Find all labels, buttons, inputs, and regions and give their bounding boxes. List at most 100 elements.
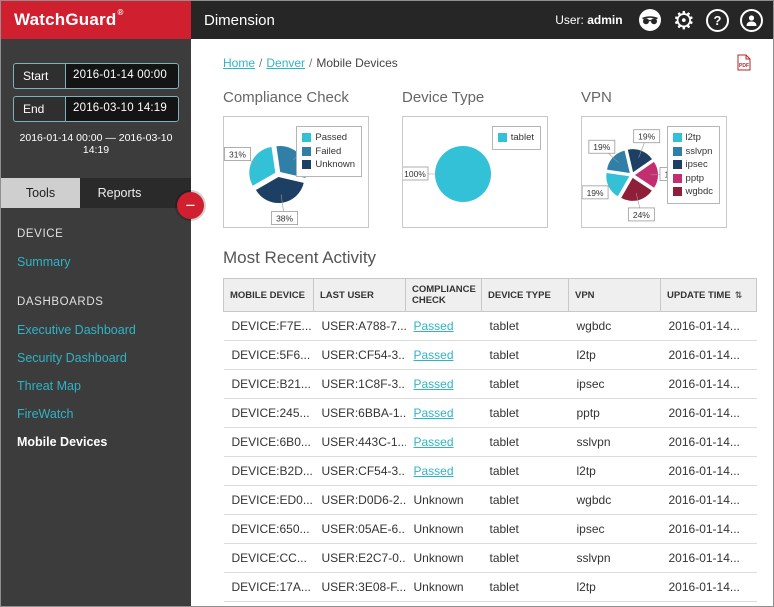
svg-text:PDF: PDF xyxy=(739,63,749,69)
cell-vpn: l2tp xyxy=(569,341,661,370)
compliance-check-chart: Compliance Check 31%31%38%PassedFailedUn… xyxy=(223,83,369,228)
legend-label: pptp xyxy=(686,172,705,186)
cell-device_type: tablet xyxy=(482,515,569,544)
legend-item-Passed: Passed xyxy=(302,131,355,145)
svg-text:24%: 24% xyxy=(633,210,650,220)
pie-slice-tablet xyxy=(435,146,491,202)
legend-item-wgbdc: wgbdc xyxy=(673,185,713,199)
cell-compliance_check: Unknown xyxy=(406,515,482,544)
tab-tools[interactable]: Tools xyxy=(1,178,80,208)
end-date-row: End 2016-03-10 14:19 xyxy=(13,96,179,122)
cell-vpn: ipsec xyxy=(569,515,661,544)
watchguard-logo: WatchGuard ® xyxy=(1,1,191,39)
compliance-passed-link[interactable]: Passed xyxy=(414,406,454,420)
cell-last_user: USER:E2C7-0... xyxy=(314,544,406,573)
sort-icon[interactable]: ⇅ xyxy=(735,291,743,301)
tab-reports[interactable]: Reports xyxy=(80,178,159,208)
user-account-icon[interactable] xyxy=(740,9,763,32)
cell-vpn: wgbdc xyxy=(569,312,661,341)
compliance-passed-link[interactable]: Passed xyxy=(414,435,454,449)
sidebar: Start 2016-01-14 00:00 End 2016-03-10 14… xyxy=(1,39,191,606)
sidebar-item-summary[interactable]: Summary xyxy=(1,248,191,276)
vpn-chart: VPN 19%19%19%19%24%l2tpsslvpnipsecpptpwg… xyxy=(581,83,727,228)
column-header-device_type[interactable]: DEVICE TYPE xyxy=(482,279,569,312)
breadcrumb-row: Home/Denver/Mobile Devices PDF xyxy=(191,39,773,71)
brand-text: WatchGuard xyxy=(14,10,116,30)
cell-vpn: sslvpn xyxy=(569,428,661,457)
cell-mobile_device: DEVICE:B21... xyxy=(224,370,314,399)
column-header-update_time[interactable]: UPDATE TIME⇅ xyxy=(661,279,757,312)
svg-text:19%: 19% xyxy=(593,142,610,152)
pie-label: 31% xyxy=(224,147,250,160)
cell-compliance_check: Unknown xyxy=(406,486,482,515)
cell-vpn: ipsec xyxy=(569,370,661,399)
legend-label: Unknown xyxy=(315,158,355,172)
legend-swatch xyxy=(302,133,311,142)
legend-label: l2tp xyxy=(686,131,701,145)
sidebar-collapse-button[interactable]: − xyxy=(177,192,204,219)
column-header-compliance_check[interactable]: COMPLIANCE CHECK xyxy=(406,279,482,312)
anonymize-icon[interactable] xyxy=(638,8,662,32)
compliance-passed-link[interactable]: Passed xyxy=(414,377,454,391)
chart-legend: tablet xyxy=(492,126,541,150)
cell-compliance_check: Passed xyxy=(406,341,482,370)
legend-label: sslvpn xyxy=(686,145,713,159)
cell-compliance_check: Unknown xyxy=(406,573,482,602)
pdf-export-icon[interactable]: PDF xyxy=(737,54,751,71)
cell-mobile_device: DEVICE:B2D... xyxy=(224,457,314,486)
breadcrumb-separator: / xyxy=(259,56,262,70)
cell-update_time: 2016-01-14... xyxy=(661,399,757,428)
compliance-passed-link[interactable]: Passed xyxy=(414,348,454,362)
cell-mobile_device: DEVICE:6B0... xyxy=(224,428,314,457)
cell-mobile_device: DEVICE:ED0... xyxy=(224,486,314,515)
breadcrumb-separator: / xyxy=(309,56,312,70)
cell-mobile_device: DEVICE:245... xyxy=(224,399,314,428)
cell-last_user: USER:D0D6-2... xyxy=(314,486,406,515)
help-icon[interactable]: ? xyxy=(706,9,729,32)
cell-update_time: 2016-01-14... xyxy=(661,428,757,457)
breadcrumb-denver[interactable]: Denver xyxy=(266,56,305,70)
compliance-passed-link[interactable]: Passed xyxy=(414,319,454,333)
pie-label: 19% xyxy=(582,186,608,199)
sidebar-item-mobile-devices[interactable]: Mobile Devices xyxy=(1,428,191,456)
sidebar-item-threat-map[interactable]: Threat Map xyxy=(1,372,191,400)
pie-label: 24% xyxy=(628,208,654,221)
user-label-text: User: xyxy=(555,13,584,27)
breadcrumb: Home/Denver/Mobile Devices xyxy=(223,56,398,70)
title-bar: Dimension User: admin ⚙ ? xyxy=(191,1,773,39)
legend-swatch xyxy=(673,160,682,169)
table-row: DEVICE:650...USER:05AE-6...Unknowntablet… xyxy=(224,515,757,544)
sidebar-item-firewatch[interactable]: FireWatch xyxy=(1,400,191,428)
column-header-mobile_device[interactable]: MOBILE DEVICE xyxy=(224,279,314,312)
start-date-input[interactable]: 2016-01-14 00:00 xyxy=(65,63,179,89)
end-date-input[interactable]: 2016-03-10 14:19 xyxy=(65,96,179,122)
pie-label: 100% xyxy=(403,167,428,180)
cell-last_user: USER:6BBA-1... xyxy=(314,399,406,428)
cell-mobile_device: DEVICE:5F6... xyxy=(224,341,314,370)
legend-item-Unknown: Unknown xyxy=(302,158,355,172)
svg-text:38%: 38% xyxy=(276,214,293,224)
cell-device_type: tablet xyxy=(482,457,569,486)
legend-label: tablet xyxy=(511,131,534,145)
breadcrumb-home[interactable]: Home xyxy=(223,56,255,70)
sidebar-item-security-dashboard[interactable]: Security Dashboard xyxy=(1,344,191,372)
pie-label: 19% xyxy=(634,130,660,143)
cell-last_user: USER:CF54-3... xyxy=(314,457,406,486)
cell-last_user: USER:A788-7... xyxy=(314,312,406,341)
legend-label: ipsec xyxy=(686,158,708,172)
column-header-vpn[interactable]: VPN xyxy=(569,279,661,312)
cell-update_time: 2016-01-14... xyxy=(661,544,757,573)
gear-icon[interactable]: ⚙ xyxy=(673,8,695,33)
legend-label: Failed xyxy=(315,145,341,159)
legend-swatch xyxy=(673,174,682,183)
cell-last_user: USER:443C-1... xyxy=(314,428,406,457)
table-row: DEVICE:B2D...USER:CF54-3...Passedtabletl… xyxy=(224,457,757,486)
cell-vpn: pptp xyxy=(569,399,661,428)
cell-compliance_check: Unknown xyxy=(406,544,482,573)
svg-text:19%: 19% xyxy=(638,132,655,142)
column-header-last_user[interactable]: LAST USER xyxy=(314,279,406,312)
sidebar-item-executive-dashboard[interactable]: Executive Dashboard xyxy=(1,316,191,344)
activity-section-title: Most Recent Activity xyxy=(223,248,773,268)
compliance-passed-link[interactable]: Passed xyxy=(414,464,454,478)
pie-slice-Passed xyxy=(249,147,275,186)
